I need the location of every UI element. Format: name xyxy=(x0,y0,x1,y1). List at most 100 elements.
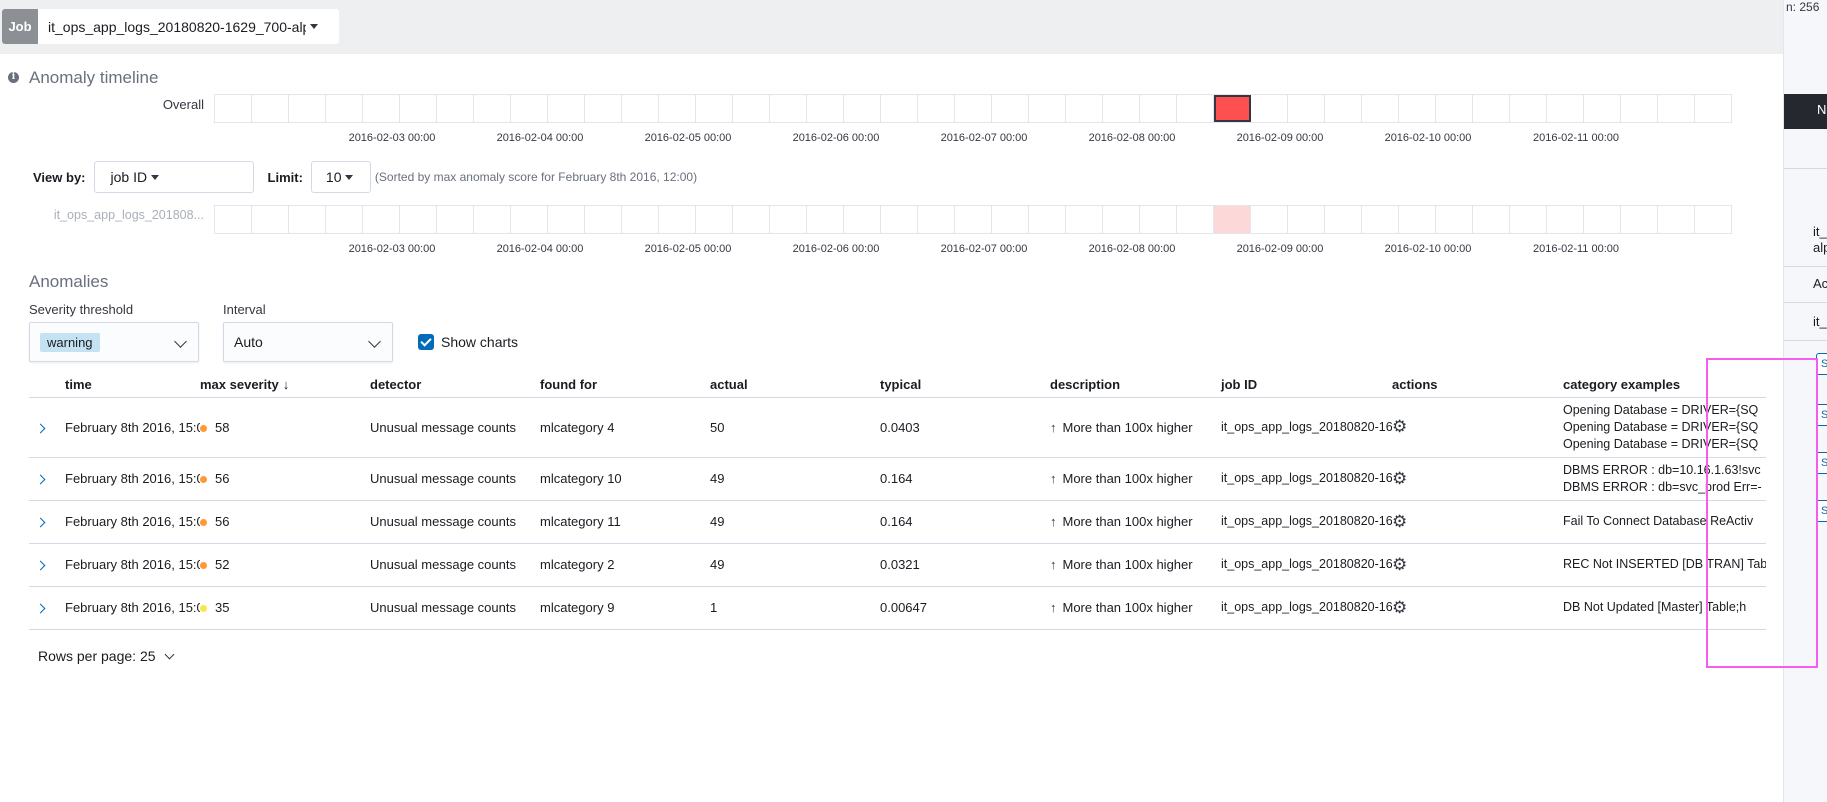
swimlane-cell[interactable] xyxy=(1066,206,1103,233)
chevron-right-icon[interactable] xyxy=(35,474,46,485)
swimlane-cell[interactable] xyxy=(881,95,918,122)
swimlane-cell[interactable] xyxy=(1473,95,1510,122)
gear-icon[interactable]: ⚙ xyxy=(1392,512,1407,531)
right-panel-button[interactable]: S xyxy=(1816,452,1827,474)
interval-select[interactable]: Auto xyxy=(223,322,393,362)
swimlane-cell[interactable] xyxy=(1510,206,1547,233)
swimlane-cell[interactable] xyxy=(1362,95,1399,122)
swimlane-cell[interactable] xyxy=(992,95,1029,122)
swimlane-cell[interactable] xyxy=(1695,206,1731,233)
expand-cell[interactable] xyxy=(29,397,65,458)
swimlane-cell[interactable] xyxy=(1399,206,1436,233)
chevron-right-icon[interactable] xyxy=(35,560,46,571)
gear-icon[interactable]: ⚙ xyxy=(1392,555,1407,574)
swimlane-cell[interactable] xyxy=(400,206,437,233)
chevron-right-icon[interactable] xyxy=(35,423,46,433)
swimlane-cell[interactable] xyxy=(807,206,844,233)
gear-icon[interactable]: ⚙ xyxy=(1392,469,1407,488)
swimlane-cell[interactable] xyxy=(622,206,659,233)
swimlane-cell[interactable] xyxy=(770,206,807,233)
swimlane-cell[interactable] xyxy=(1177,95,1214,122)
swimlane-cell[interactable] xyxy=(659,206,696,233)
swimlane-cell[interactable] xyxy=(1251,206,1288,233)
swimlane-cell[interactable] xyxy=(1547,206,1584,233)
col-header-detector[interactable]: detector xyxy=(370,372,540,398)
col-header-actual[interactable]: actual xyxy=(710,372,880,398)
chevron-right-icon[interactable] xyxy=(35,603,46,614)
col-header-time[interactable]: time xyxy=(65,372,200,398)
swimlane-cell[interactable] xyxy=(585,206,622,233)
expand-cell[interactable] xyxy=(29,586,65,630)
job-swimlane[interactable] xyxy=(214,205,1732,234)
swimlane-cell[interactable] xyxy=(1436,95,1473,122)
gear-icon[interactable]: ⚙ xyxy=(1392,598,1407,617)
right-panel-button[interactable]: S xyxy=(1816,500,1827,522)
swimlane-cell[interactable] xyxy=(363,206,400,233)
swimlane-cell[interactable] xyxy=(1103,206,1140,233)
col-header-found-for[interactable]: found for xyxy=(540,372,710,398)
swimlane-cell[interactable] xyxy=(474,95,511,122)
swimlane-cell[interactable] xyxy=(252,95,289,122)
chevron-right-icon[interactable] xyxy=(35,517,46,528)
show-charts-label[interactable]: Show charts xyxy=(441,334,518,350)
swimlane-cell[interactable] xyxy=(1399,95,1436,122)
swimlane-cell[interactable] xyxy=(733,95,770,122)
swimlane-cell[interactable] xyxy=(1621,95,1658,122)
severity-threshold-select[interactable]: warning xyxy=(29,322,199,362)
swimlane-cell[interactable] xyxy=(770,95,807,122)
swimlane-cell[interactable] xyxy=(363,95,400,122)
swimlane-cell[interactable] xyxy=(955,95,992,122)
swimlane-cell[interactable] xyxy=(1584,206,1621,233)
swimlane-cell[interactable] xyxy=(1140,206,1177,233)
swimlane-cell[interactable] xyxy=(1436,206,1473,233)
col-header-description[interactable]: description xyxy=(1050,372,1221,398)
swimlane-cell[interactable] xyxy=(1510,95,1547,122)
swimlane-cell[interactable] xyxy=(1325,95,1362,122)
swimlane-cell[interactable] xyxy=(1029,95,1066,122)
swimlane-cell[interactable] xyxy=(548,95,585,122)
swimlane-cell[interactable] xyxy=(659,95,696,122)
swimlane-cell[interactable] xyxy=(696,206,733,233)
job-selector-value[interactable]: it_ops_app_logs_20180820-1629_700-alpha1… xyxy=(38,9,339,44)
swimlane-cell[interactable] xyxy=(918,95,955,122)
swimlane-cell[interactable] xyxy=(844,95,881,122)
swimlane-cell[interactable] xyxy=(511,95,548,122)
right-panel-button[interactable]: S xyxy=(1816,353,1827,375)
swimlane-cell[interactable] xyxy=(1695,95,1731,122)
info-icon[interactable]: i xyxy=(8,72,19,83)
right-panel-button[interactable]: S xyxy=(1816,404,1827,426)
expand-cell[interactable] xyxy=(29,500,65,544)
swimlane-cell[interactable] xyxy=(1140,95,1177,122)
swimlane-cell[interactable] xyxy=(585,95,622,122)
swimlane-cell[interactable] xyxy=(1214,206,1251,233)
swimlane-cell[interactable] xyxy=(215,206,252,233)
expand-cell[interactable] xyxy=(29,543,65,587)
swimlane-cell[interactable] xyxy=(1621,206,1658,233)
right-panel-dark-bar[interactable]: N xyxy=(1784,94,1827,129)
swimlane-cell[interactable] xyxy=(400,95,437,122)
swimlane-cell[interactable] xyxy=(955,206,992,233)
swimlane-cell[interactable] xyxy=(1584,95,1621,122)
swimlane-cell[interactable] xyxy=(1214,95,1251,122)
swimlane-cell[interactable] xyxy=(1547,95,1584,122)
swimlane-cell[interactable] xyxy=(733,206,770,233)
swimlane-cell[interactable] xyxy=(1103,95,1140,122)
swimlane-cell[interactable] xyxy=(548,206,585,233)
swimlane-cell[interactable] xyxy=(844,206,881,233)
swimlane-cell[interactable] xyxy=(252,206,289,233)
swimlane-cell[interactable] xyxy=(289,95,326,122)
swimlane-cell[interactable] xyxy=(807,95,844,122)
rows-per-page-control[interactable]: Rows per page: 25 xyxy=(38,648,174,664)
swimlane-cell[interactable] xyxy=(326,95,363,122)
swimlane-cell[interactable] xyxy=(1658,206,1695,233)
col-header-typical[interactable]: typical xyxy=(880,372,1050,398)
swimlane-cell[interactable] xyxy=(1288,206,1325,233)
swimlane-cell[interactable] xyxy=(622,95,659,122)
swimlane-cell[interactable] xyxy=(215,95,252,122)
job-selector[interactable]: Job it_ops_app_logs_20180820-1629_700-al… xyxy=(2,9,339,44)
swimlane-cell[interactable] xyxy=(1251,95,1288,122)
view-by-select[interactable]: job ID xyxy=(93,161,254,193)
swimlane-cell[interactable] xyxy=(437,95,474,122)
swimlane-cell[interactable] xyxy=(1473,206,1510,233)
swimlane-cell[interactable] xyxy=(437,206,474,233)
